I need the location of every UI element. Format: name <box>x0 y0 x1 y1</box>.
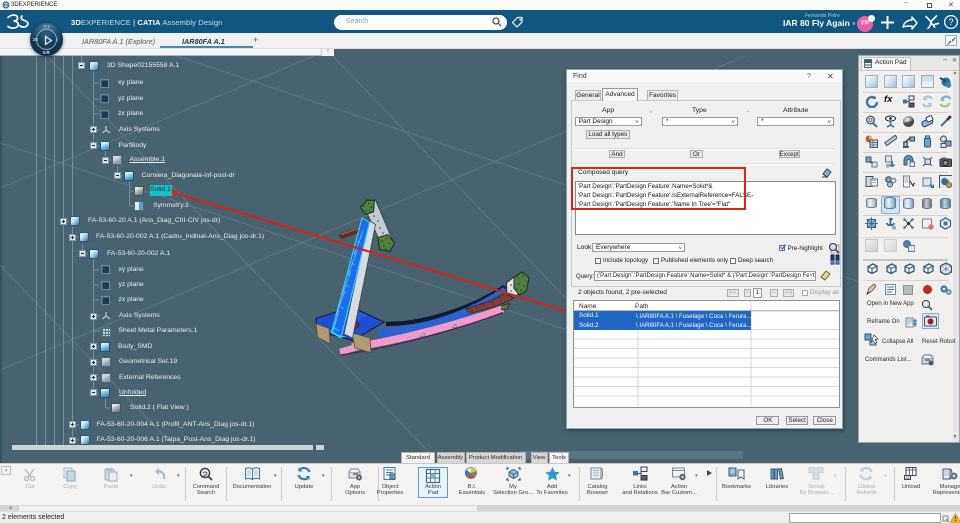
svg-text:?: ? <box>948 17 953 27</box>
